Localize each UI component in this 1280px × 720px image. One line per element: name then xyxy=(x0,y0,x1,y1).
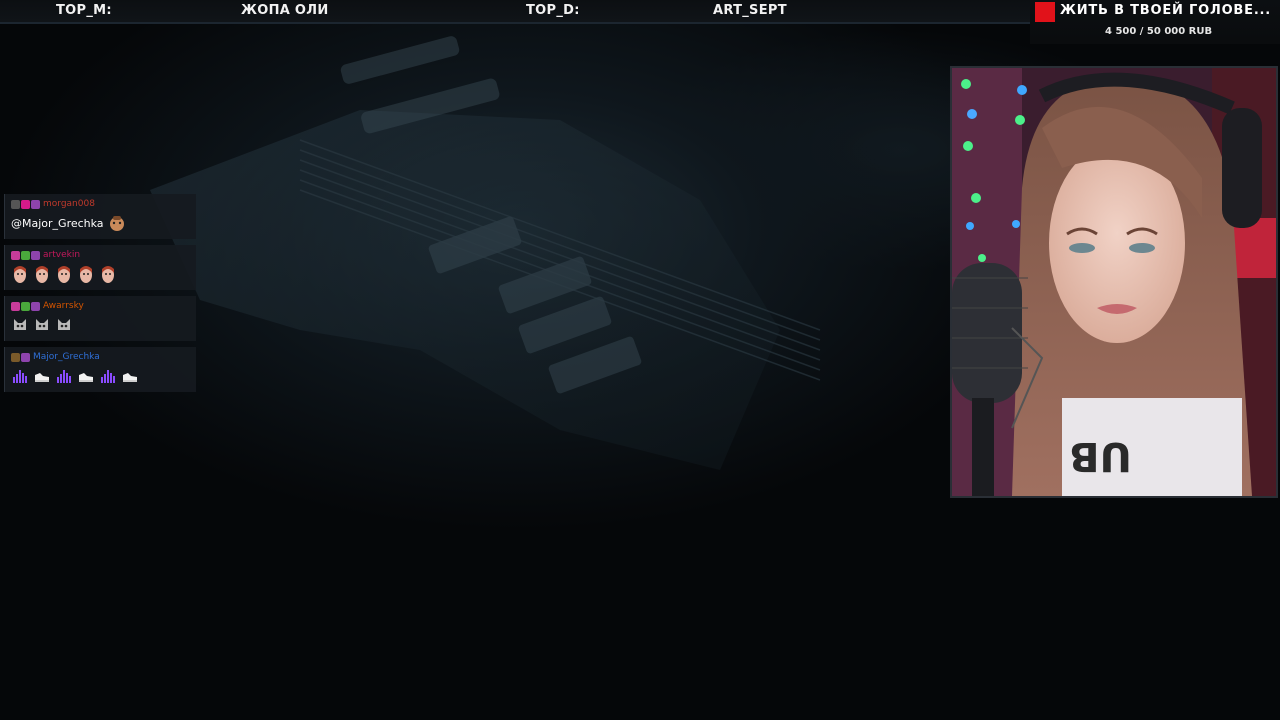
face-emote-icon xyxy=(77,265,95,283)
equalizer-emote-icon xyxy=(55,367,73,385)
equalizer-emote-icon xyxy=(11,367,29,385)
chat-message: Awarrsky xyxy=(4,296,196,341)
streamer-camera-image: UB xyxy=(952,68,1276,496)
check-badge-icon xyxy=(21,301,30,311)
chat-username: artvekin xyxy=(43,250,81,260)
face-emote-icon xyxy=(99,265,117,283)
cat-emote-icon xyxy=(11,316,29,334)
cat-emote-icon xyxy=(33,316,51,334)
sword-badge-icon xyxy=(11,250,20,260)
chat-message-text: @Major_Grechka xyxy=(11,216,104,230)
star-badge-icon xyxy=(31,301,40,311)
goal-amount: 4 500 / 50 000 RUB xyxy=(1105,26,1213,37)
chat-username: Major_Grechka xyxy=(33,352,100,362)
top-daily-value: ART_SEPT xyxy=(713,3,787,18)
chat-overlay: morgan008 @Major_Grechka artvekin Awarrs… xyxy=(4,194,196,398)
goal-progress-indicator xyxy=(1035,2,1055,22)
webcam-feed: UB xyxy=(950,66,1278,498)
cat-emote-icon xyxy=(55,316,73,334)
sneaker-emote-icon xyxy=(121,367,139,385)
sneaker-emote-icon xyxy=(77,367,95,385)
donation-goal-widget: ЖИТЬ В ТВОЕЙ ГОЛОВЕ... 4 500 / 50 000 RU… xyxy=(1030,0,1280,44)
chat-username: Awarrsky xyxy=(43,301,84,311)
top-donators-bar: TOP_M: ЖОПА ОЛИ TOP_D: ART_SEPT xyxy=(0,0,1030,24)
sneaker-emote-icon xyxy=(33,367,51,385)
star-badge-icon xyxy=(31,250,40,260)
face-emote-icon xyxy=(108,214,126,232)
sword-badge-icon xyxy=(11,301,20,311)
top-daily-label: TOP_D: xyxy=(526,3,580,18)
face-emote-icon xyxy=(11,265,29,283)
top-monthly-value: ЖОПА ОЛИ xyxy=(241,3,329,18)
chat-message: Major_Grechka xyxy=(4,347,196,392)
top-monthly-label: TOP_M: xyxy=(56,3,112,18)
star-badge-icon xyxy=(21,352,30,362)
chat-username: morgan008 xyxy=(43,199,95,209)
equalizer-emote-icon xyxy=(99,367,117,385)
check-badge-icon xyxy=(21,250,30,260)
hourglass-badge-icon xyxy=(11,352,20,362)
hourglass-badge-icon xyxy=(11,199,20,209)
face-emote-icon xyxy=(33,265,51,283)
svg-text:UB: UB xyxy=(1069,433,1132,479)
heart-badge-icon xyxy=(21,199,30,209)
chat-message: artvekin xyxy=(4,245,196,290)
face-emote-icon xyxy=(55,265,73,283)
star-badge-icon xyxy=(31,199,40,209)
goal-title: ЖИТЬ В ТВОЕЙ ГОЛОВЕ... xyxy=(1060,3,1272,18)
chat-message: morgan008 @Major_Grechka xyxy=(4,194,196,239)
